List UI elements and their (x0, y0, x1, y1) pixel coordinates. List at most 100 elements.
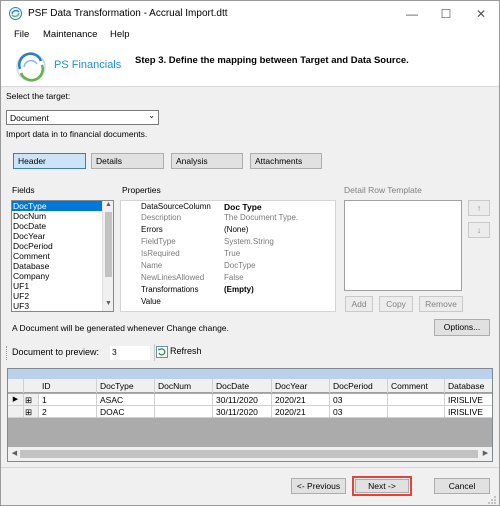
property-row[interactable]: Description The Document Type. (121, 213, 335, 224)
column-header-doctype[interactable]: DocType (97, 379, 155, 393)
property-name: IsRequired (141, 249, 180, 258)
column-header-id[interactable]: ID (39, 379, 97, 393)
add-button[interactable]: Add (345, 296, 373, 312)
tab-analysis[interactable]: Analysis (171, 153, 243, 169)
property-value: The Document Type. (224, 213, 299, 222)
tab-attachments[interactable]: Attachments (250, 153, 322, 169)
cell-docdate[interactable]: 30/11/2020 (213, 406, 272, 418)
maximize-icon[interactable]: ☐ (437, 5, 455, 23)
scrollbar-thumb[interactable] (105, 212, 112, 277)
tab-header[interactable]: Header (13, 153, 86, 169)
property-row[interactable]: IsRequired True (121, 249, 335, 260)
detail-row-template-list[interactable] (344, 200, 462, 291)
list-item[interactable]: DocYear (12, 231, 102, 241)
fields-list[interactable]: DocType DocNum DocDate DocYear DocPeriod… (11, 200, 114, 312)
cell-docyear[interactable]: 2020/21 (272, 394, 330, 406)
list-item[interactable]: Comment (12, 251, 102, 261)
list-item[interactable]: Company (12, 271, 102, 281)
cancel-button[interactable]: Cancel (434, 478, 490, 494)
cell-database[interactable]: IRISLIVE (445, 406, 492, 418)
scroll-left-icon[interactable]: ◀ (10, 449, 19, 457)
cell-database[interactable]: IRISLIVE (445, 394, 492, 406)
fields-scrollbar[interactable]: ▲ ▼ (102, 201, 113, 311)
grid-horizontal-scrollbar[interactable]: ◀ ▶ (8, 447, 492, 461)
property-row[interactable]: Name DocType (121, 261, 335, 272)
property-row[interactable]: DataSourceColumn Doc Type (121, 202, 335, 213)
options-button[interactable]: Options... (434, 319, 490, 336)
property-row[interactable]: Errors (None) (121, 225, 335, 236)
document-to-preview-input[interactable]: 3 (110, 346, 150, 360)
target-select[interactable]: Document ⌄ (6, 110, 159, 125)
property-name: Transformations (141, 285, 199, 294)
column-header-docdate[interactable]: DocDate (213, 379, 272, 393)
properties-grid[interactable]: DataSourceColumn Doc Type Description Th… (120, 200, 336, 312)
table-row[interactable]: ⊞ 2 DOAC 30/11/2020 2020/21 03 IRISLIVE (8, 406, 492, 418)
list-item[interactable]: UF3 (12, 301, 102, 311)
cell-comment[interactable] (388, 394, 445, 406)
property-row[interactable]: NewLinesAllowed False (121, 273, 335, 284)
add-label: Add (351, 299, 367, 309)
list-item[interactable]: DocNum (12, 211, 102, 221)
column-header-docnum[interactable]: DocNum (155, 379, 213, 393)
close-icon[interactable]: ✕ (472, 5, 490, 23)
arrow-up-icon: ↑ (476, 203, 482, 213)
column-header-row-selector[interactable] (8, 379, 24, 393)
list-item[interactable]: UF1 (12, 281, 102, 291)
list-item[interactable]: DocType (12, 201, 102, 211)
properties-label: Properties (122, 185, 161, 195)
list-item[interactable]: DocDate (12, 221, 102, 231)
property-value: System.String (224, 237, 274, 246)
arrow-down-icon: ↓ (476, 225, 482, 235)
move-up-button[interactable]: ↑ (468, 200, 490, 216)
toolbar-grip[interactable] (6, 346, 8, 360)
cell-docperiod[interactable]: 03 (330, 394, 388, 406)
property-row[interactable]: Value (121, 297, 335, 308)
list-item[interactable]: UF2 (12, 291, 102, 301)
options-label: Options... (443, 322, 481, 332)
menu-help[interactable]: Help (110, 29, 130, 40)
table-row[interactable]: ▶ ⊞ 1 ASAC 30/11/2020 2020/21 03 IRISLIV… (8, 394, 492, 406)
scroll-down-icon[interactable]: ▼ (104, 300, 113, 307)
expand-row-icon[interactable]: ⊞ (24, 406, 39, 418)
menu-maintenance[interactable]: Maintenance (43, 29, 97, 40)
window-title: PSF Data Transformation - Accrual Import… (28, 8, 228, 19)
expand-row-icon[interactable]: ⊞ (24, 394, 39, 406)
cell-comment[interactable] (388, 406, 445, 418)
detail-row-template-label: Detail Row Template (344, 185, 422, 195)
menu-bar: File Maintenance Help (1, 27, 499, 44)
property-row[interactable]: Transformations (Empty) (121, 285, 335, 296)
cell-id[interactable]: 1 (39, 394, 97, 406)
column-header-docyear[interactable]: DocYear (272, 379, 330, 393)
list-item[interactable]: DocPeriod (12, 241, 102, 251)
tab-details[interactable]: Details (91, 153, 164, 169)
row-selector[interactable] (8, 406, 24, 418)
column-header-comment[interactable]: Comment (388, 379, 445, 393)
menu-file[interactable]: File (14, 29, 29, 40)
cell-docnum[interactable] (155, 406, 213, 418)
cell-doctype[interactable]: ASAC (97, 394, 155, 406)
cell-docyear[interactable]: 2020/21 (272, 406, 330, 418)
property-value: (None) (224, 225, 249, 234)
preview-data-grid[interactable]: ID DocType DocNum DocDate DocYear DocPer… (7, 368, 493, 462)
copy-button[interactable]: Copy (379, 296, 413, 312)
column-header-docperiod[interactable]: DocPeriod (330, 379, 388, 393)
cell-doctype[interactable]: DOAC (97, 406, 155, 418)
cell-docnum[interactable] (155, 394, 213, 406)
next-button[interactable]: Next -> (355, 479, 409, 493)
logo-text: PS Financials (54, 59, 122, 71)
column-header-database[interactable]: Database (445, 379, 492, 393)
cell-docdate[interactable]: 30/11/2020 (213, 394, 272, 406)
list-item[interactable]: Database (12, 261, 102, 271)
previous-button[interactable]: <- Previous (291, 478, 346, 494)
resize-grip-icon[interactable] (487, 495, 497, 505)
remove-button[interactable]: Remove (419, 296, 463, 312)
scroll-up-icon[interactable]: ▲ (104, 201, 113, 208)
cell-docperiod[interactable]: 03 (330, 406, 388, 418)
property-row[interactable]: FieldType System.String (121, 237, 335, 248)
minimize-icon[interactable]: — (403, 5, 421, 23)
scrollbar-thumb[interactable] (20, 450, 478, 458)
move-down-button[interactable]: ↓ (468, 222, 490, 238)
scroll-right-icon[interactable]: ▶ (481, 449, 490, 457)
cell-id[interactable]: 2 (39, 406, 97, 418)
refresh-button[interactable]: Refresh (156, 345, 206, 360)
